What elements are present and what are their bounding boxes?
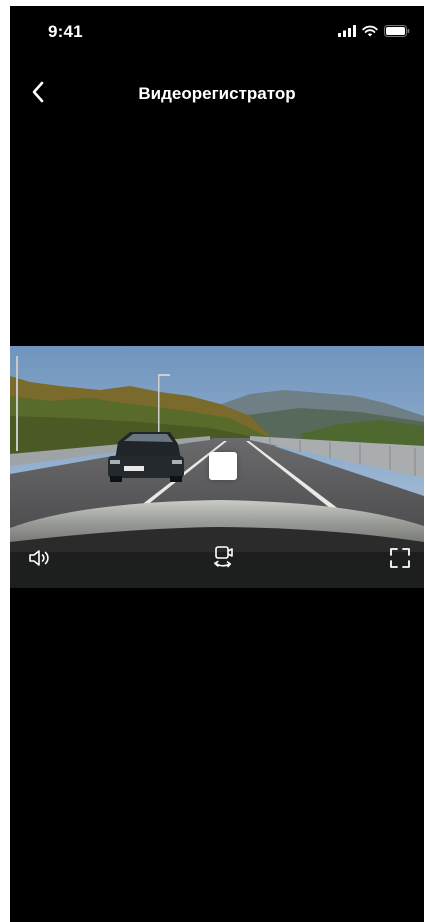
battery-icon	[384, 25, 410, 37]
navigation-bar: Видеорегистратор	[10, 72, 424, 116]
signal-icon	[338, 25, 356, 37]
status-time: 9:41	[48, 22, 83, 41]
wifi-icon	[362, 25, 378, 37]
status-bar: 9:41	[10, 6, 424, 50]
page-title: Видеорегистратор	[138, 84, 296, 103]
stop-recording-button[interactable]	[209, 452, 237, 480]
speaker-icon	[27, 548, 53, 573]
fullscreen-icon	[389, 547, 411, 574]
app-screen: 9:41 Видеорегистратор	[10, 6, 424, 922]
video-player[interactable]	[10, 346, 424, 588]
fullscreen-button[interactable]	[384, 544, 416, 576]
status-icons	[338, 25, 410, 37]
video-controls	[10, 532, 424, 588]
sound-toggle-button[interactable]	[24, 544, 56, 576]
switch-camera-icon	[212, 545, 236, 576]
switch-camera-button[interactable]	[208, 544, 240, 576]
